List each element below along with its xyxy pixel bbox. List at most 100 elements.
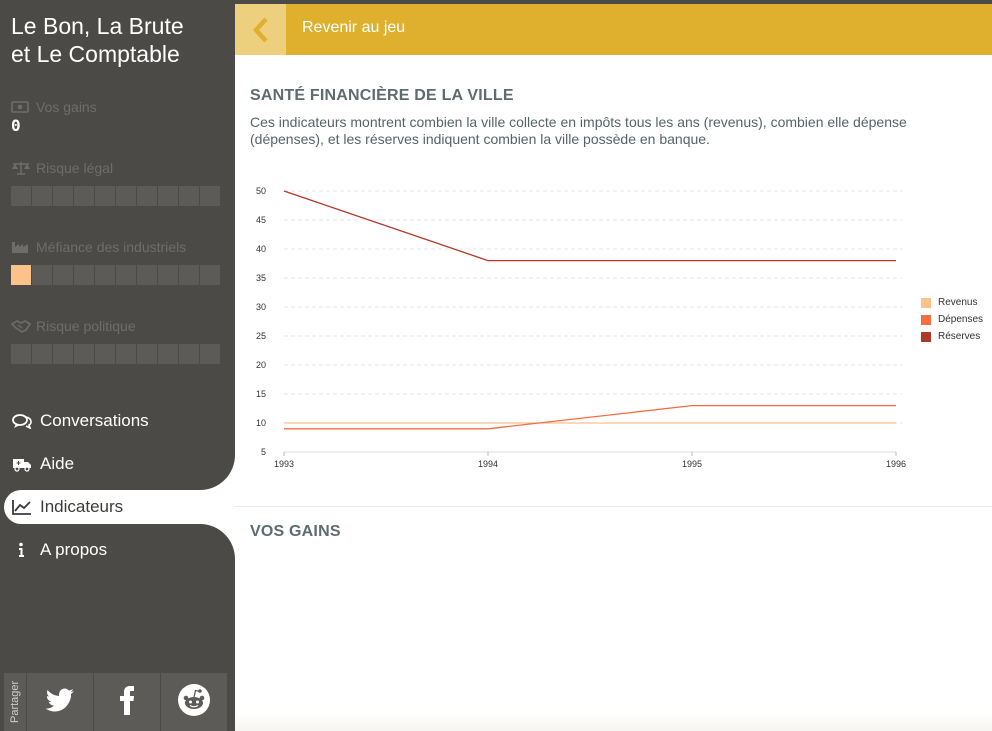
app-title-line1: Le Bon, La Brute <box>11 13 184 39</box>
gauge-cell <box>53 186 73 206</box>
share-label: Partager <box>4 673 26 731</box>
gauge-cell <box>53 265 73 285</box>
gauge-cell <box>200 186 220 206</box>
nav-indicateurs-label: Indicateurs <box>40 497 124 516</box>
share-reddit-button[interactable] <box>160 673 227 731</box>
finance-section-description: Ces indicateurs montrent combien la vill… <box>250 114 907 147</box>
gauge-cell <box>158 186 178 206</box>
legend-label: Dépenses <box>938 314 984 325</box>
share-facebook-button[interactable] <box>93 673 160 731</box>
bottom-shade <box>235 712 992 731</box>
stat-industry-distrust: Méfiance des industriels <box>11 238 221 285</box>
political-risk-label: Risque politique <box>36 318 136 334</box>
gauge-cell <box>179 265 199 285</box>
gauge-cell <box>137 186 157 206</box>
finance-chart: 5 10 15 20 25 30 35 40 45 50 1993 1994 1995 1996 <box>256 186 906 469</box>
gauge-cell <box>137 265 157 285</box>
legal-risk-gauge <box>11 186 221 206</box>
y-tick-label: 20 <box>256 360 266 370</box>
x-tick-label: 1993 <box>274 459 294 469</box>
gains-value: 0 <box>11 116 21 135</box>
nav-active-curve-top <box>200 455 235 490</box>
x-tick-label: 1996 <box>886 459 906 469</box>
x-tick-label: 1994 <box>478 459 498 469</box>
y-tick-label: 15 <box>256 389 266 399</box>
y-tick-label: 10 <box>256 418 266 428</box>
chart-line-icon <box>12 499 32 515</box>
stat-gains: Vos gains 0 <box>11 98 221 135</box>
legend-swatch <box>921 331 931 342</box>
x-tick-label: 1995 <box>682 459 702 469</box>
gauge-cell-filled <box>11 265 31 285</box>
section-divider <box>235 506 992 507</box>
legal-risk-label: Risque légal <box>36 160 114 176</box>
gauge-cell <box>32 344 52 364</box>
legend-label: Revenus <box>938 297 978 308</box>
series-line-rserves <box>283 190 896 262</box>
chevron-left-icon <box>235 17 286 59</box>
stat-political-risk: Risque politique <box>10 317 221 364</box>
ambulance-icon <box>12 456 32 472</box>
y-tick-label: 30 <box>256 302 266 312</box>
y-tick-label: 50 <box>256 186 266 196</box>
gains-section-title: VOS GAINS <box>250 523 341 540</box>
gauge-cell <box>53 344 73 364</box>
app-title-line2: et Le Comptable <box>11 41 180 67</box>
gauge-cell <box>200 265 220 285</box>
gauge-cell <box>11 344 31 364</box>
gauge-cell <box>95 186 115 206</box>
gauge-cell <box>116 186 136 206</box>
y-tick-label: 5 <box>261 447 266 457</box>
sidebar: Le Bon, La Brute et Le Comptable Vos gai… <box>0 0 235 731</box>
header-bar: Revenir au jeu <box>235 4 992 55</box>
gauge-cell <box>32 265 52 285</box>
nav-aide-label: Aide <box>40 454 75 473</box>
twitter-icon <box>45 688 75 717</box>
legend-item: Dépenses <box>921 311 983 328</box>
share-twitter-button[interactable] <box>26 673 93 731</box>
nav-conversations[interactable]: Conversations <box>0 400 235 442</box>
app-title: Le Bon, La Brute et Le Comptable <box>11 12 226 68</box>
gauge-cell <box>116 344 136 364</box>
finance-section-title: SANTÉ FINANCIÈRE DE LA VILLE <box>250 87 514 104</box>
gauge-cell <box>74 186 94 206</box>
gauge-cell <box>116 265 136 285</box>
gauge-cell <box>11 186 31 206</box>
info-icon <box>12 542 32 558</box>
stat-legal-risk: Risque légal <box>11 159 221 206</box>
scales-icon <box>11 161 31 175</box>
facebook-icon <box>118 685 136 719</box>
legend-label: Réserves <box>938 331 981 342</box>
gauge-cell <box>74 344 94 364</box>
y-tick-label: 35 <box>256 273 266 283</box>
back-label[interactable]: Revenir au jeu <box>302 19 405 37</box>
legend-swatch <box>921 314 931 325</box>
series-line-dpenses <box>284 404 896 430</box>
factory-icon <box>11 240 31 254</box>
gauge-cell <box>137 344 157 364</box>
reddit-icon <box>177 683 211 721</box>
gauge-cell <box>179 186 199 206</box>
chart-legend: Revenus Dépenses Réserves <box>921 294 983 345</box>
industry-distrust-gauge <box>11 265 221 285</box>
gauge-cell <box>95 344 115 364</box>
gains-label: Vos gains <box>36 99 97 115</box>
industry-distrust-label: Méfiance des industriels <box>36 239 187 255</box>
nav-indicateurs[interactable]: Indicateurs <box>0 486 235 528</box>
y-tick-label: 25 <box>256 331 266 341</box>
gauge-cell <box>158 265 178 285</box>
y-tick-label: 40 <box>256 244 266 254</box>
gauge-cell <box>158 344 178 364</box>
nav-conversations-label: Conversations <box>40 411 149 430</box>
political-risk-gauge <box>11 344 221 364</box>
share-bar: Partager <box>4 673 227 731</box>
handshake-icon <box>10 319 32 333</box>
nav-a-propos[interactable]: A propos <box>0 529 235 571</box>
money-icon <box>11 100 31 114</box>
back-button[interactable] <box>235 4 286 55</box>
gauge-cell <box>32 186 52 206</box>
legend-item: Revenus <box>921 294 983 311</box>
y-tick-label: 45 <box>256 215 266 225</box>
chat-icon <box>12 413 32 430</box>
gauge-cell <box>179 344 199 364</box>
